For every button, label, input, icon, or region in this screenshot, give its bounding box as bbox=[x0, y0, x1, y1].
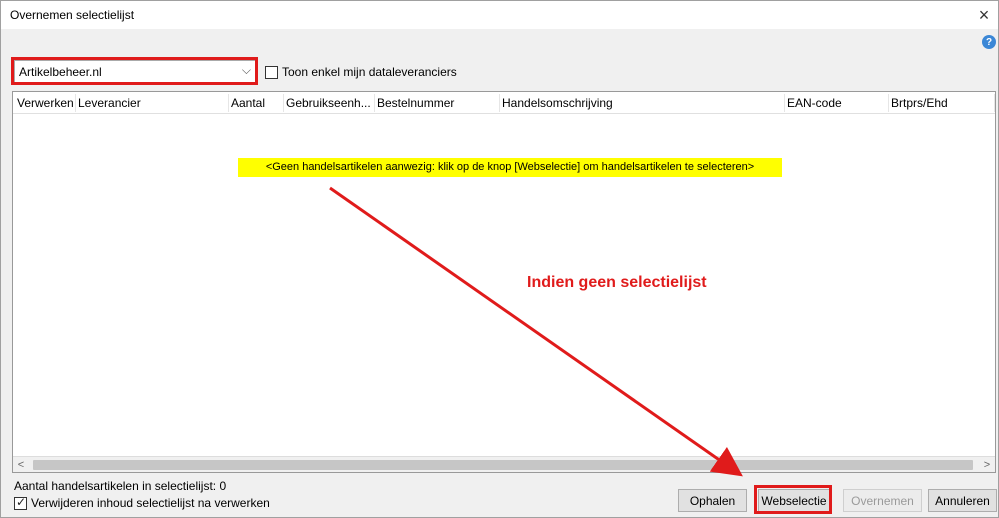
scroll-left-icon[interactable]: < bbox=[13, 457, 29, 473]
scroll-right-icon[interactable]: > bbox=[979, 457, 995, 473]
webselectie-highlight bbox=[754, 485, 832, 514]
source-dropdown-highlight bbox=[11, 57, 258, 85]
help-icon[interactable]: ? bbox=[982, 35, 996, 49]
column-header-handelsomschrijving[interactable]: Handelsomschrijving bbox=[502, 96, 613, 110]
delete-after-processing-option[interactable]: Verwijderen inhoud selectielijst na verw… bbox=[14, 495, 270, 510]
empty-list-message: <Geen handelsartikelen aanwezig: klik op… bbox=[238, 158, 782, 177]
ophalen-button[interactable]: Ophalen bbox=[678, 489, 747, 512]
annuleren-button[interactable]: Annuleren bbox=[928, 489, 997, 512]
column-header-aantal[interactable]: Aantal bbox=[231, 96, 265, 110]
delete-after-processing-label: Verwijderen inhoud selectielijst na verw… bbox=[31, 496, 270, 510]
column-divider[interactable] bbox=[499, 94, 500, 112]
close-icon[interactable]: × bbox=[970, 1, 998, 29]
delete-after-processing-checkbox[interactable] bbox=[14, 495, 27, 510]
window-title: Overnemen selectielijst bbox=[10, 8, 135, 22]
column-header-bestelnummer[interactable]: Bestelnummer bbox=[377, 96, 454, 110]
column-header-ean-code[interactable]: EAN-code bbox=[787, 96, 842, 110]
column-divider[interactable] bbox=[888, 94, 889, 112]
title-bar: Overnemen selectielijst × bbox=[1, 1, 998, 29]
column-divider[interactable] bbox=[283, 94, 284, 112]
column-header-verwerken[interactable]: Verwerken bbox=[17, 96, 74, 110]
only-my-suppliers-checkbox[interactable] bbox=[265, 65, 278, 79]
column-header-brutoprijs[interactable]: Brtprs/Ehd bbox=[891, 96, 948, 110]
annotation-label: Indien geen selectielijst bbox=[527, 274, 707, 291]
column-divider[interactable] bbox=[374, 94, 375, 112]
column-divider[interactable] bbox=[994, 94, 995, 112]
overnemen-button[interactable]: Overnemen bbox=[843, 489, 922, 512]
column-header-leverancier[interactable]: Leverancier bbox=[78, 96, 141, 110]
only-my-suppliers-option[interactable]: Toon enkel mijn dataleveranciers bbox=[265, 65, 457, 79]
column-divider[interactable] bbox=[75, 94, 76, 112]
scrollbar-thumb[interactable] bbox=[33, 460, 973, 470]
horizontal-scrollbar[interactable]: < > bbox=[13, 456, 995, 472]
grid-header: Verwerken Leverancier Aantal Gebruikseen… bbox=[13, 92, 995, 114]
column-divider[interactable] bbox=[228, 94, 229, 112]
column-divider[interactable] bbox=[784, 94, 785, 112]
selection-grid: Verwerken Leverancier Aantal Gebruikseen… bbox=[12, 91, 996, 473]
only-my-suppliers-label: Toon enkel mijn dataleveranciers bbox=[282, 65, 457, 79]
selection-count: Aantal handelsartikelen in selectielijst… bbox=[14, 479, 227, 493]
column-header-gebruikseenheid[interactable]: Gebruikseenh... bbox=[286, 96, 371, 110]
